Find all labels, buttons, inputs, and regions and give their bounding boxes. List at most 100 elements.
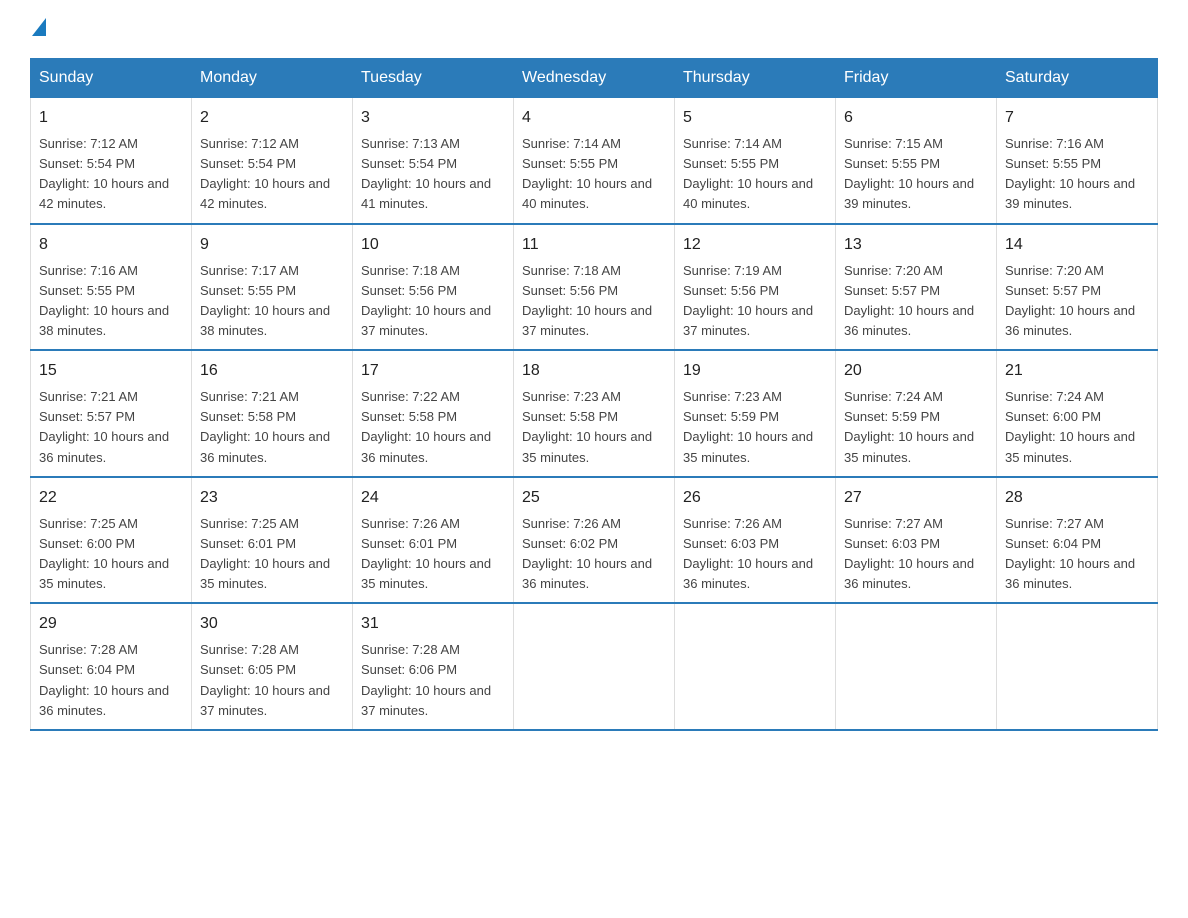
day-info: Sunrise: 7:12 AMSunset: 5:54 PMDaylight:… <box>39 136 169 211</box>
calendar-day-cell: 24 Sunrise: 7:26 AMSunset: 6:01 PMDaylig… <box>353 477 514 604</box>
day-number: 9 <box>200 233 344 257</box>
calendar-day-cell: 17 Sunrise: 7:22 AMSunset: 5:58 PMDaylig… <box>353 350 514 477</box>
day-info: Sunrise: 7:20 AMSunset: 5:57 PMDaylight:… <box>844 263 974 338</box>
logo <box>30 20 48 38</box>
day-info: Sunrise: 7:12 AMSunset: 5:54 PMDaylight:… <box>200 136 330 211</box>
calendar-header-wednesday: Wednesday <box>514 59 675 98</box>
calendar-day-cell <box>836 603 997 730</box>
day-info: Sunrise: 7:24 AMSunset: 6:00 PMDaylight:… <box>1005 389 1135 464</box>
day-number: 22 <box>39 486 183 510</box>
calendar-day-cell: 31 Sunrise: 7:28 AMSunset: 6:06 PMDaylig… <box>353 603 514 730</box>
calendar-day-cell: 19 Sunrise: 7:23 AMSunset: 5:59 PMDaylig… <box>675 350 836 477</box>
calendar-table: SundayMondayTuesdayWednesdayThursdayFrid… <box>30 58 1158 731</box>
calendar-day-cell: 15 Sunrise: 7:21 AMSunset: 5:57 PMDaylig… <box>31 350 192 477</box>
calendar-day-cell: 6 Sunrise: 7:15 AMSunset: 5:55 PMDayligh… <box>836 98 997 224</box>
day-number: 7 <box>1005 106 1149 130</box>
day-number: 14 <box>1005 233 1149 257</box>
day-info: Sunrise: 7:18 AMSunset: 5:56 PMDaylight:… <box>522 263 652 338</box>
day-info: Sunrise: 7:26 AMSunset: 6:03 PMDaylight:… <box>683 516 813 591</box>
day-info: Sunrise: 7:28 AMSunset: 6:05 PMDaylight:… <box>200 642 330 717</box>
calendar-day-cell: 26 Sunrise: 7:26 AMSunset: 6:03 PMDaylig… <box>675 477 836 604</box>
day-number: 28 <box>1005 486 1149 510</box>
calendar-week-row: 29 Sunrise: 7:28 AMSunset: 6:04 PMDaylig… <box>31 603 1158 730</box>
calendar-header-thursday: Thursday <box>675 59 836 98</box>
calendar-day-cell: 7 Sunrise: 7:16 AMSunset: 5:55 PMDayligh… <box>997 98 1158 224</box>
day-number: 16 <box>200 359 344 383</box>
day-number: 31 <box>361 612 505 636</box>
calendar-day-cell: 11 Sunrise: 7:18 AMSunset: 5:56 PMDaylig… <box>514 224 675 351</box>
calendar-day-cell: 18 Sunrise: 7:23 AMSunset: 5:58 PMDaylig… <box>514 350 675 477</box>
calendar-week-row: 1 Sunrise: 7:12 AMSunset: 5:54 PMDayligh… <box>31 98 1158 224</box>
calendar-day-cell: 25 Sunrise: 7:26 AMSunset: 6:02 PMDaylig… <box>514 477 675 604</box>
day-info: Sunrise: 7:21 AMSunset: 5:58 PMDaylight:… <box>200 389 330 464</box>
calendar-day-cell: 3 Sunrise: 7:13 AMSunset: 5:54 PMDayligh… <box>353 98 514 224</box>
calendar-week-row: 15 Sunrise: 7:21 AMSunset: 5:57 PMDaylig… <box>31 350 1158 477</box>
day-info: Sunrise: 7:18 AMSunset: 5:56 PMDaylight:… <box>361 263 491 338</box>
day-info: Sunrise: 7:16 AMSunset: 5:55 PMDaylight:… <box>1005 136 1135 211</box>
day-number: 10 <box>361 233 505 257</box>
day-info: Sunrise: 7:26 AMSunset: 6:02 PMDaylight:… <box>522 516 652 591</box>
day-number: 29 <box>39 612 183 636</box>
day-number: 20 <box>844 359 988 383</box>
calendar-week-row: 8 Sunrise: 7:16 AMSunset: 5:55 PMDayligh… <box>31 224 1158 351</box>
day-info: Sunrise: 7:22 AMSunset: 5:58 PMDaylight:… <box>361 389 491 464</box>
day-number: 8 <box>39 233 183 257</box>
day-number: 15 <box>39 359 183 383</box>
calendar-day-cell <box>514 603 675 730</box>
day-number: 25 <box>522 486 666 510</box>
calendar-header-friday: Friday <box>836 59 997 98</box>
calendar-day-cell <box>675 603 836 730</box>
calendar-day-cell: 30 Sunrise: 7:28 AMSunset: 6:05 PMDaylig… <box>192 603 353 730</box>
day-number: 11 <box>522 233 666 257</box>
calendar-day-cell <box>997 603 1158 730</box>
day-number: 4 <box>522 106 666 130</box>
calendar-week-row: 22 Sunrise: 7:25 AMSunset: 6:00 PMDaylig… <box>31 477 1158 604</box>
day-number: 26 <box>683 486 827 510</box>
day-info: Sunrise: 7:16 AMSunset: 5:55 PMDaylight:… <box>39 263 169 338</box>
day-info: Sunrise: 7:14 AMSunset: 5:55 PMDaylight:… <box>683 136 813 211</box>
calendar-header-monday: Monday <box>192 59 353 98</box>
day-number: 17 <box>361 359 505 383</box>
calendar-day-cell: 12 Sunrise: 7:19 AMSunset: 5:56 PMDaylig… <box>675 224 836 351</box>
calendar-day-cell: 14 Sunrise: 7:20 AMSunset: 5:57 PMDaylig… <box>997 224 1158 351</box>
day-number: 6 <box>844 106 988 130</box>
calendar-day-cell: 1 Sunrise: 7:12 AMSunset: 5:54 PMDayligh… <box>31 98 192 224</box>
logo-triangle-icon <box>32 18 46 36</box>
day-info: Sunrise: 7:17 AMSunset: 5:55 PMDaylight:… <box>200 263 330 338</box>
day-info: Sunrise: 7:20 AMSunset: 5:57 PMDaylight:… <box>1005 263 1135 338</box>
day-info: Sunrise: 7:27 AMSunset: 6:03 PMDaylight:… <box>844 516 974 591</box>
day-number: 21 <box>1005 359 1149 383</box>
day-info: Sunrise: 7:24 AMSunset: 5:59 PMDaylight:… <box>844 389 974 464</box>
day-number: 30 <box>200 612 344 636</box>
day-number: 27 <box>844 486 988 510</box>
calendar-day-cell: 28 Sunrise: 7:27 AMSunset: 6:04 PMDaylig… <box>997 477 1158 604</box>
calendar-day-cell: 22 Sunrise: 7:25 AMSunset: 6:00 PMDaylig… <box>31 477 192 604</box>
calendar-day-cell: 10 Sunrise: 7:18 AMSunset: 5:56 PMDaylig… <box>353 224 514 351</box>
calendar-day-cell: 16 Sunrise: 7:21 AMSunset: 5:58 PMDaylig… <box>192 350 353 477</box>
calendar-header-saturday: Saturday <box>997 59 1158 98</box>
day-info: Sunrise: 7:28 AMSunset: 6:04 PMDaylight:… <box>39 642 169 717</box>
calendar-day-cell: 20 Sunrise: 7:24 AMSunset: 5:59 PMDaylig… <box>836 350 997 477</box>
day-number: 13 <box>844 233 988 257</box>
calendar-day-cell: 21 Sunrise: 7:24 AMSunset: 6:00 PMDaylig… <box>997 350 1158 477</box>
day-info: Sunrise: 7:14 AMSunset: 5:55 PMDaylight:… <box>522 136 652 211</box>
page-header <box>30 20 1158 38</box>
day-number: 24 <box>361 486 505 510</box>
day-info: Sunrise: 7:27 AMSunset: 6:04 PMDaylight:… <box>1005 516 1135 591</box>
calendar-header-tuesday: Tuesday <box>353 59 514 98</box>
calendar-day-cell: 4 Sunrise: 7:14 AMSunset: 5:55 PMDayligh… <box>514 98 675 224</box>
calendar-day-cell: 2 Sunrise: 7:12 AMSunset: 5:54 PMDayligh… <box>192 98 353 224</box>
day-number: 19 <box>683 359 827 383</box>
day-info: Sunrise: 7:23 AMSunset: 5:59 PMDaylight:… <box>683 389 813 464</box>
calendar-day-cell: 27 Sunrise: 7:27 AMSunset: 6:03 PMDaylig… <box>836 477 997 604</box>
day-number: 18 <box>522 359 666 383</box>
day-number: 23 <box>200 486 344 510</box>
calendar-header-row: SundayMondayTuesdayWednesdayThursdayFrid… <box>31 59 1158 98</box>
day-info: Sunrise: 7:13 AMSunset: 5:54 PMDaylight:… <box>361 136 491 211</box>
day-info: Sunrise: 7:25 AMSunset: 6:01 PMDaylight:… <box>200 516 330 591</box>
day-info: Sunrise: 7:21 AMSunset: 5:57 PMDaylight:… <box>39 389 169 464</box>
day-info: Sunrise: 7:15 AMSunset: 5:55 PMDaylight:… <box>844 136 974 211</box>
calendar-day-cell: 13 Sunrise: 7:20 AMSunset: 5:57 PMDaylig… <box>836 224 997 351</box>
day-info: Sunrise: 7:25 AMSunset: 6:00 PMDaylight:… <box>39 516 169 591</box>
day-info: Sunrise: 7:26 AMSunset: 6:01 PMDaylight:… <box>361 516 491 591</box>
